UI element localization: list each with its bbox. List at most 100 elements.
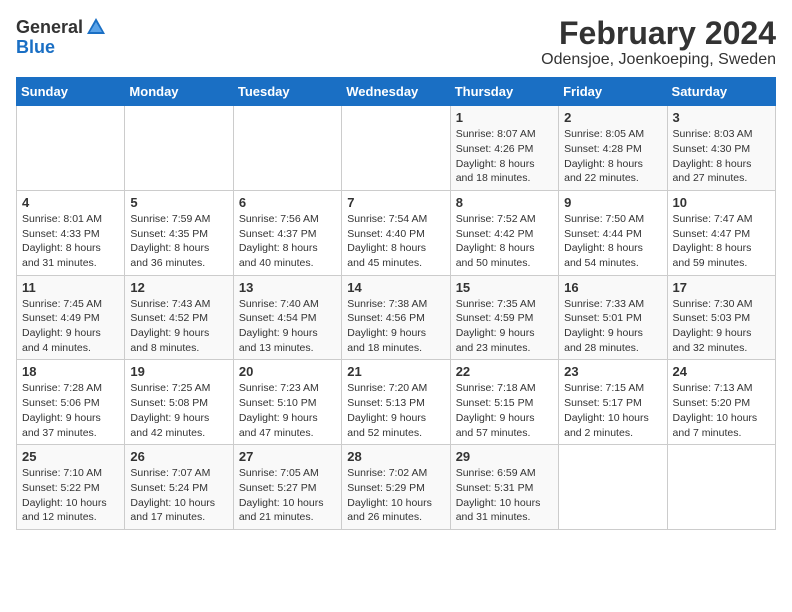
day-number: 17: [673, 280, 770, 295]
calendar-week-row: 25 Sunrise: 7:10 AMSunset: 5:22 PMDayligh…: [17, 445, 776, 530]
calendar-cell: 18Sunrise: 7:28 AMSunset: 5:06 PMDayligh…: [17, 360, 125, 445]
day-info: Sunrise: 7:20 AMSunset: 5:13 PMDaylight:…: [347, 381, 444, 440]
day-info: Sunrise: 7:56 AMSunset: 4:37 PMDaylight:…: [239, 212, 336, 271]
logo-icon: [85, 16, 107, 38]
calendar-cell: [559, 445, 667, 530]
day-info: Sunrise: 7:10 AMSunset: 5:22 PMDaylight:…: [22, 466, 119, 525]
day-info: Sunrise: 7:05 AMSunset: 5:27 PMDaylight:…: [239, 466, 336, 525]
day-info: Sunrise: 6:59 AMSunset: 5:31 PMDaylight:…: [456, 466, 553, 525]
day-info: Sunrise: 7:30 AMSunset: 5:03 PMDaylight:…: [673, 297, 770, 356]
day-number: 26: [130, 449, 227, 464]
weekday-header-monday: Monday: [125, 78, 233, 106]
day-number: 16: [564, 280, 661, 295]
calendar-cell: 17 Sunrise: 7:30 AMSunset: 5:03 PMDayligh…: [667, 275, 775, 360]
day-info: Sunrise: 7:40 AMSunset: 4:54 PMDaylight:…: [239, 297, 336, 356]
calendar-cell: [667, 445, 775, 530]
calendar-cell: 20 Sunrise: 7:23 AMSunset: 5:10 PMDayligh…: [233, 360, 341, 445]
weekday-header-tuesday: Tuesday: [233, 78, 341, 106]
day-number: 15: [456, 280, 553, 295]
day-number: 18: [22, 364, 119, 379]
weekday-header-friday: Friday: [559, 78, 667, 106]
calendar-cell: 10 Sunrise: 7:47 AMSunset: 4:47 PMDayligh…: [667, 190, 775, 275]
weekday-header-sunday: Sunday: [17, 78, 125, 106]
day-number: 1: [456, 110, 553, 125]
day-info: Sunrise: 8:01 AMSunset: 4:33 PMDaylight:…: [22, 212, 119, 271]
weekday-header-thursday: Thursday: [450, 78, 558, 106]
calendar-cell: 24 Sunrise: 7:13 AMSunset: 5:20 PMDayligh…: [667, 360, 775, 445]
day-number: 14: [347, 280, 444, 295]
calendar-cell: 11Sunrise: 7:45 AMSunset: 4:49 PMDayligh…: [17, 275, 125, 360]
day-number: 5: [130, 195, 227, 210]
calendar-cell: 23 Sunrise: 7:15 AMSunset: 5:17 PMDayligh…: [559, 360, 667, 445]
calendar-cell: [125, 106, 233, 191]
day-number: 8: [456, 195, 553, 210]
weekday-header-saturday: Saturday: [667, 78, 775, 106]
day-number: 10: [673, 195, 770, 210]
weekday-header-row: SundayMondayTuesdayWednesdayThursdayFrid…: [17, 78, 776, 106]
logo-general-text: General: [16, 18, 83, 36]
day-info: Sunrise: 8:07 AMSunset: 4:26 PMDaylight:…: [456, 127, 553, 186]
calendar-cell: [17, 106, 125, 191]
calendar-cell: [342, 106, 450, 191]
page-header: General Blue February 2024 Odensjoe, Joe…: [16, 16, 776, 69]
calendar-cell: 13 Sunrise: 7:40 AMSunset: 4:54 PMDayligh…: [233, 275, 341, 360]
day-number: 23: [564, 364, 661, 379]
day-info: Sunrise: 7:23 AMSunset: 5:10 PMDaylight:…: [239, 381, 336, 440]
day-number: 4: [22, 195, 119, 210]
month-title: February 2024: [541, 16, 776, 51]
day-number: 28: [347, 449, 444, 464]
calendar-cell: 8Sunrise: 7:52 AMSunset: 4:42 PMDaylight…: [450, 190, 558, 275]
day-info: Sunrise: 7:33 AMSunset: 5:01 PMDaylight:…: [564, 297, 661, 356]
calendar-week-row: 4 Sunrise: 8:01 AMSunset: 4:33 PMDaylight…: [17, 190, 776, 275]
day-number: 2: [564, 110, 661, 125]
day-number: 21: [347, 364, 444, 379]
calendar-week-row: 1 Sunrise: 8:07 AMSunset: 4:26 PMDaylight…: [17, 106, 776, 191]
day-info: Sunrise: 7:35 AMSunset: 4:59 PMDaylight:…: [456, 297, 553, 356]
calendar-week-row: 18Sunrise: 7:28 AMSunset: 5:06 PMDayligh…: [17, 360, 776, 445]
title-area: February 2024 Odensjoe, Joenkoeping, Swe…: [541, 16, 776, 69]
day-number: 19: [130, 364, 227, 379]
day-number: 7: [347, 195, 444, 210]
calendar-cell: 12Sunrise: 7:43 AMSunset: 4:52 PMDayligh…: [125, 275, 233, 360]
calendar-cell: 22Sunrise: 7:18 AMSunset: 5:15 PMDayligh…: [450, 360, 558, 445]
calendar-cell: 4 Sunrise: 8:01 AMSunset: 4:33 PMDaylight…: [17, 190, 125, 275]
calendar-cell: 28Sunrise: 7:02 AMSunset: 5:29 PMDayligh…: [342, 445, 450, 530]
day-number: 6: [239, 195, 336, 210]
calendar-cell: 5 Sunrise: 7:59 AMSunset: 4:35 PMDaylight…: [125, 190, 233, 275]
calendar-cell: 9 Sunrise: 7:50 AMSunset: 4:44 PMDaylight…: [559, 190, 667, 275]
day-number: 12: [130, 280, 227, 295]
day-info: Sunrise: 7:13 AMSunset: 5:20 PMDaylight:…: [673, 381, 770, 440]
day-number: 13: [239, 280, 336, 295]
day-info: Sunrise: 7:54 AMSunset: 4:40 PMDaylight:…: [347, 212, 444, 271]
day-info: Sunrise: 7:25 AMSunset: 5:08 PMDaylight:…: [130, 381, 227, 440]
calendar-cell: 29 Sunrise: 6:59 AMSunset: 5:31 PMDayligh…: [450, 445, 558, 530]
day-number: 20: [239, 364, 336, 379]
calendar-cell: 16 Sunrise: 7:33 AMSunset: 5:01 PMDayligh…: [559, 275, 667, 360]
calendar-cell: 7 Sunrise: 7:54 AMSunset: 4:40 PMDaylight…: [342, 190, 450, 275]
day-info: Sunrise: 7:59 AMSunset: 4:35 PMDaylight:…: [130, 212, 227, 271]
day-number: 9: [564, 195, 661, 210]
location-title: Odensjoe, Joenkoeping, Sweden: [541, 51, 776, 69]
day-number: 3: [673, 110, 770, 125]
day-info: Sunrise: 7:45 AMSunset: 4:49 PMDaylight:…: [22, 297, 119, 356]
weekday-header-wednesday: Wednesday: [342, 78, 450, 106]
day-info: Sunrise: 7:50 AMSunset: 4:44 PMDaylight:…: [564, 212, 661, 271]
calendar-cell: 2 Sunrise: 8:05 AMSunset: 4:28 PMDaylight…: [559, 106, 667, 191]
calendar-cell: 1 Sunrise: 8:07 AMSunset: 4:26 PMDaylight…: [450, 106, 558, 191]
day-number: 27: [239, 449, 336, 464]
calendar-cell: 25 Sunrise: 7:10 AMSunset: 5:22 PMDayligh…: [17, 445, 125, 530]
day-number: 29: [456, 449, 553, 464]
calendar-week-row: 11Sunrise: 7:45 AMSunset: 4:49 PMDayligh…: [17, 275, 776, 360]
calendar-cell: 14 Sunrise: 7:38 AMSunset: 4:56 PMDayligh…: [342, 275, 450, 360]
day-number: 25: [22, 449, 119, 464]
day-info: Sunrise: 8:05 AMSunset: 4:28 PMDaylight:…: [564, 127, 661, 186]
calendar-cell: 26 Sunrise: 7:07 AMSunset: 5:24 PMDayligh…: [125, 445, 233, 530]
day-info: Sunrise: 7:18 AMSunset: 5:15 PMDaylight:…: [456, 381, 553, 440]
day-info: Sunrise: 7:15 AMSunset: 5:17 PMDaylight:…: [564, 381, 661, 440]
day-info: Sunrise: 7:47 AMSunset: 4:47 PMDaylight:…: [673, 212, 770, 271]
calendar-cell: 27 Sunrise: 7:05 AMSunset: 5:27 PMDayligh…: [233, 445, 341, 530]
calendar-table: SundayMondayTuesdayWednesdayThursdayFrid…: [16, 77, 776, 530]
day-number: 24: [673, 364, 770, 379]
day-info: Sunrise: 7:38 AMSunset: 4:56 PMDaylight:…: [347, 297, 444, 356]
day-info: Sunrise: 7:07 AMSunset: 5:24 PMDaylight:…: [130, 466, 227, 525]
